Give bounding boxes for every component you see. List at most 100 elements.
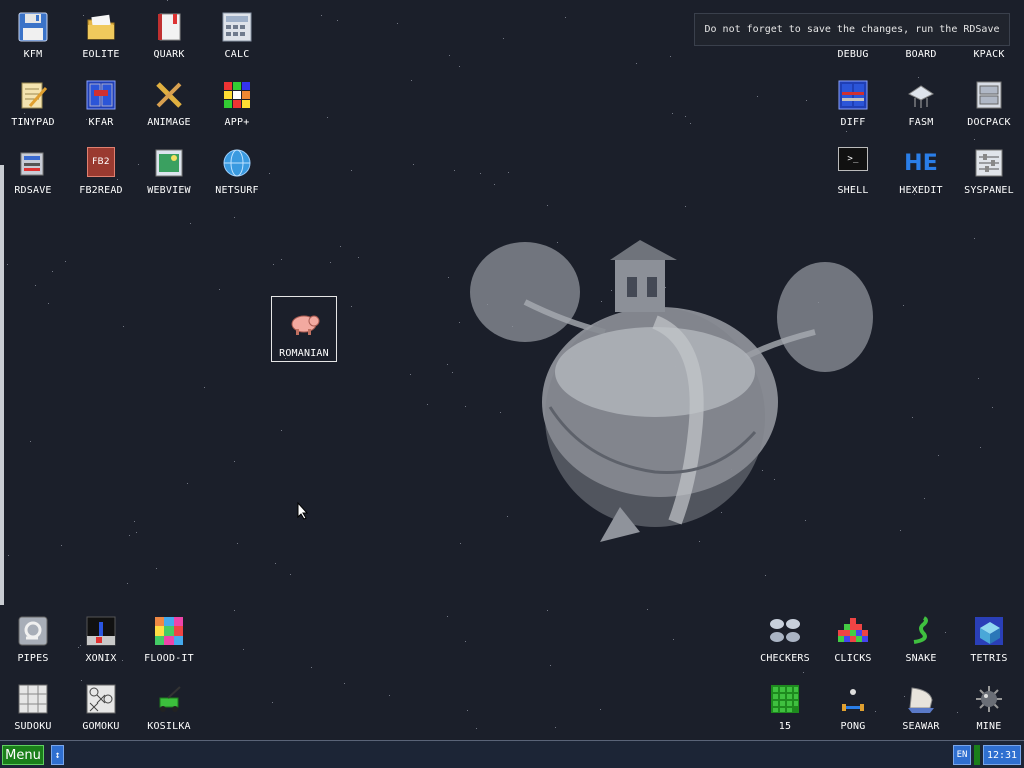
desktop-icon-label: XONIX <box>85 653 117 664</box>
star-dot <box>327 117 328 118</box>
desktop-icon-romanian[interactable]: ROMANIAN <box>271 296 337 362</box>
fb2-book-icon: FB2 <box>87 147 115 177</box>
desktop-icon-pong[interactable]: PONG <box>822 676 884 738</box>
desktop-icon-checkers[interactable]: CHECKERS <box>754 608 816 670</box>
star-dot <box>397 23 398 24</box>
desktop-icon-appplus[interactable]: APP+ <box>206 72 268 134</box>
star-dot <box>454 170 455 171</box>
mine-bomb-icon <box>973 683 1005 715</box>
desktop-icon-label: NETSURF <box>215 185 259 196</box>
snake-icon <box>905 615 937 647</box>
desktop-icon-label: HEXEDIT <box>899 185 943 196</box>
desktop-icon-mine[interactable]: MINE <box>958 676 1020 738</box>
desktop-icon-seawar[interactable]: SEAWAR <box>890 676 952 738</box>
star-dot <box>550 665 551 666</box>
desktop-icon-tetris[interactable]: TETRIS <box>958 608 1020 670</box>
star-dot <box>447 364 448 365</box>
star-dot <box>351 170 352 171</box>
desktop-icon-kpack[interactable]: KPACK <box>958 4 1020 66</box>
desktop-icon-kosilka[interactable]: KOSILKA <box>138 676 200 738</box>
star-dot <box>351 306 352 307</box>
star-dot <box>204 387 205 388</box>
desktop-icon-label: PONG <box>840 721 866 732</box>
desktop-icon-diff[interactable]: DIFF <box>822 72 884 134</box>
window-switch-arrows-button[interactable]: ↕ <box>51 745 64 765</box>
desktop-icon-webview[interactable]: WEBVIEW <box>138 140 200 202</box>
desktop-icon-board[interactable]: BOARD <box>890 4 952 66</box>
desktop-icon-shell[interactable]: >_ SHELL <box>822 140 884 202</box>
star-dot <box>636 63 637 64</box>
desktop-icon-label: GOMOKU <box>82 721 120 732</box>
star-dot <box>65 261 66 262</box>
desktop-icon-clicks[interactable]: CLICKS <box>822 608 884 670</box>
desktop-icon-rdsave[interactable]: RDSAVE <box>2 140 64 202</box>
star-dot <box>7 264 8 265</box>
desktop-icon-calc[interactable]: CALC <box>206 4 268 66</box>
desktop-icon-label: DIFF <box>840 117 866 128</box>
taskbar: Menu ↕ EN 12:31 <box>0 740 1024 768</box>
desktop-icon-floodit[interactable]: FLOOD-IT <box>138 608 200 670</box>
pencil-ruler-icon <box>153 79 185 111</box>
star-dot <box>685 206 686 207</box>
star-dot <box>672 113 673 114</box>
star-dot <box>690 123 691 124</box>
desktop-icon-kfar[interactable]: KFAR <box>70 72 132 134</box>
save-ramdisk-icon <box>17 147 49 179</box>
star-dot <box>806 100 807 101</box>
desktop-icon-syspanel[interactable]: SYSPANEL <box>958 140 1020 202</box>
desktop-icon-snake[interactable]: SNAKE <box>890 608 952 670</box>
star-dot <box>924 498 925 499</box>
desktop-icon-pipes[interactable]: PIPES <box>2 608 64 670</box>
desktop-icon-gomoku[interactable]: GOMOKU <box>70 676 132 738</box>
desktop-icon-kfm[interactable]: KFM <box>2 4 64 66</box>
desktop-icon-hexedit[interactable]: HE HEXEDIT <box>890 140 952 202</box>
desktop-icon-quark[interactable]: QUARK <box>138 4 200 66</box>
star-dot <box>938 455 939 456</box>
star-dot <box>281 430 282 431</box>
desktop-icon-fb2read[interactable]: FB2 FB2READ <box>70 140 132 202</box>
taskbar-clock[interactable]: 12:31 <box>983 745 1021 765</box>
assembler-chip-icon <box>905 79 937 111</box>
desktop-icon-label: KFAR <box>88 117 114 128</box>
star-dot <box>243 649 244 650</box>
rubiks-cube-icon <box>221 79 253 111</box>
desktop-icon-debug[interactable]: DEBUG <box>822 4 884 66</box>
folder-icon <box>85 11 117 43</box>
desktop-icon-fasm[interactable]: FASM <box>890 72 952 134</box>
keyboard-language-indicator[interactable]: EN <box>953 745 971 765</box>
desktop-icon-label: APP+ <box>224 117 250 128</box>
star-dot <box>508 172 509 173</box>
terminal-prompt-glyph: >_ <box>847 154 859 164</box>
star-dot <box>35 285 36 286</box>
tic-tac-toe-icon <box>85 683 117 715</box>
ship-icon <box>905 683 937 715</box>
desktop-icon-label: SNAKE <box>905 653 937 664</box>
desktop-icon-label: SHELL <box>837 185 869 196</box>
menu-button[interactable]: Menu <box>2 745 44 765</box>
mouse-cursor-icon <box>297 502 309 520</box>
fifteen-puzzle-icon <box>769 683 801 715</box>
book-icon <box>153 11 185 43</box>
desktop-icon-netsurf[interactable]: NETSURF <box>206 140 268 202</box>
desktop-icon-eolite[interactable]: EOLITE <box>70 4 132 66</box>
desktop-icon-label: FB2READ <box>79 185 123 196</box>
star-dot <box>389 695 390 696</box>
star-dot <box>670 56 671 57</box>
desktop-icon-label: CALC <box>224 49 250 60</box>
star-dot <box>321 15 322 16</box>
desktop-icon-docpack[interactable]: DOCPACK <box>958 72 1020 134</box>
desktop-icon-sudoku[interactable]: SUDOKU <box>2 676 64 738</box>
star-dot <box>127 583 128 584</box>
desktop-icon-animage[interactable]: ANIMAGE <box>138 72 200 134</box>
desktop-icon-xonix[interactable]: XONIX <box>70 608 132 670</box>
desktop-icon-tinypad[interactable]: TINYPAD <box>2 72 64 134</box>
desktop-icon-fifteen[interactable]: 15 <box>754 676 816 738</box>
desktop-icon-label: SEAWAR <box>902 721 940 732</box>
star-dot <box>344 683 345 684</box>
desktop-icon-label: DEBUG <box>837 49 869 60</box>
sliders-panel-icon <box>973 147 1005 179</box>
star-dot <box>337 20 338 21</box>
desktop-icon-label: DOCPACK <box>967 117 1011 128</box>
desktop-icon-label: ANIMAGE <box>147 117 191 128</box>
desktop-icon-label: SYSPANEL <box>964 185 1014 196</box>
